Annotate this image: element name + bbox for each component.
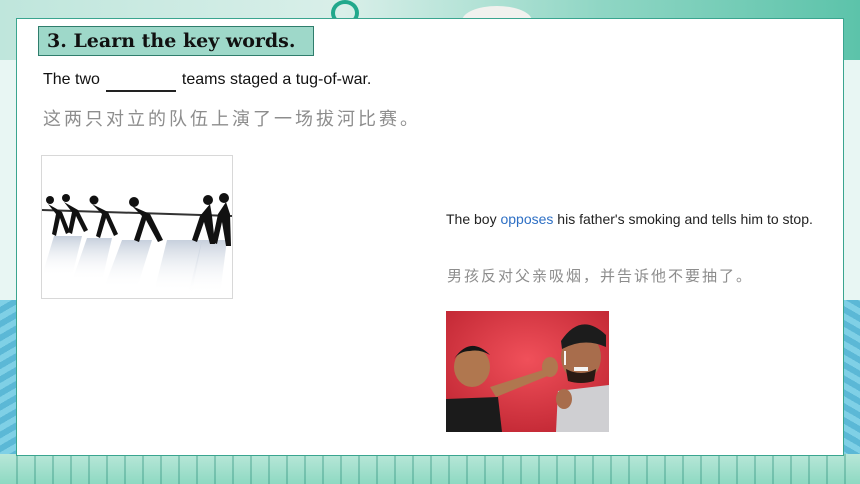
boy-father-image bbox=[446, 311, 609, 432]
tug-of-war-image bbox=[41, 155, 233, 299]
sentence-2: The boy opposes his father's smoking and… bbox=[446, 203, 826, 236]
section-title-box: 3. Learn the key words. bbox=[38, 26, 314, 56]
section-title: 3. Learn the key words. bbox=[47, 30, 296, 52]
sentence-2-before: The boy bbox=[446, 211, 501, 227]
tug-of-war-silhouette-icon bbox=[42, 193, 232, 294]
fill-in-blank bbox=[105, 72, 176, 92]
sentence-1: The two teams staged a tug-of-war. bbox=[43, 71, 371, 92]
boy-stopping-smoking-icon bbox=[446, 311, 609, 432]
sentence-1-before: The two bbox=[43, 71, 100, 88]
translation-1: 这两只对立的队伍上演了一场拔河比赛。 bbox=[43, 109, 421, 130]
translation-2: 男孩反对父亲吸烟，并告诉他不要抽了。 bbox=[447, 267, 754, 285]
background-bottom bbox=[0, 454, 860, 484]
sentence-2-after: his father's smoking and tells him to st… bbox=[553, 211, 813, 227]
keyword-opposes: opposes bbox=[500, 211, 554, 227]
sentence-1-after: teams staged a tug-of-war. bbox=[181, 71, 372, 88]
slide-card: 3. Learn the key words. The two teams sta… bbox=[16, 18, 844, 456]
